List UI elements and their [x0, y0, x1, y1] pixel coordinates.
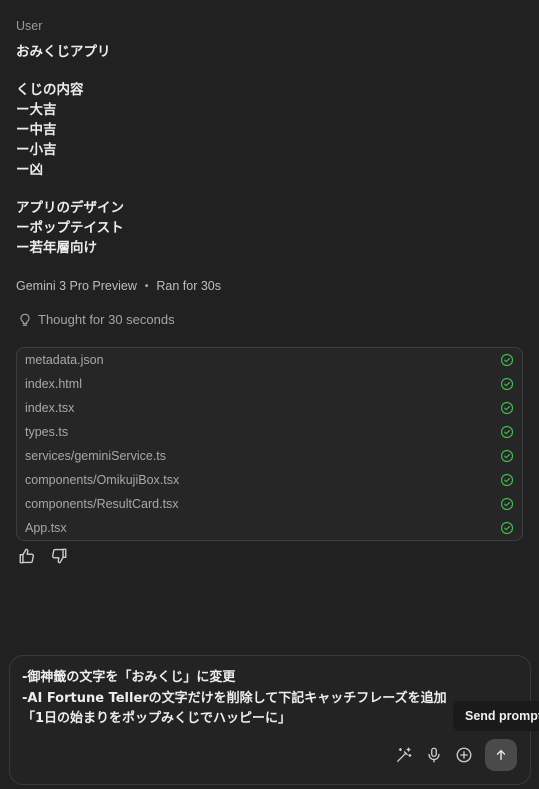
arrow-up-icon	[496, 749, 506, 761]
check-circle-icon	[500, 521, 514, 535]
role-label: User	[16, 19, 43, 33]
run-time: Ran for 30s	[156, 279, 222, 293]
check-circle-icon	[500, 449, 514, 463]
file-row[interactable]: components/ResultCard.tsx	[17, 492, 522, 516]
file-name: index.tsx	[25, 401, 75, 415]
add-circle-icon[interactable]	[455, 746, 473, 764]
check-circle-icon	[500, 497, 514, 511]
message-gap	[16, 180, 516, 198]
message-line: ー大吉	[16, 102, 57, 118]
file-row[interactable]: index.tsx	[17, 396, 522, 420]
magic-wand-icon[interactable]	[395, 746, 413, 764]
prompt-line: -御神籤の文字を「おみくじ」に変更	[22, 670, 236, 685]
file-name: App.tsx	[25, 521, 67, 535]
prompt-line: 「1日の始まりをポップみくじでハッピーに」	[22, 711, 292, 726]
check-circle-icon	[500, 473, 514, 487]
message-line: ーポップテイスト	[16, 220, 124, 236]
send-tooltip: Send prompt	[453, 701, 539, 731]
prompt-line: -AI Fortune Tellerの文字だけを削除して下記キャッチフレーズを追…	[22, 690, 447, 706]
file-name: types.ts	[25, 425, 69, 439]
file-row[interactable]: types.ts	[17, 420, 522, 444]
model-meta: Gemini 3 Pro Preview • Ran for 30s	[16, 279, 221, 293]
message-line: おみくじアプリ	[16, 44, 111, 60]
thumbs-up-icon[interactable]	[18, 547, 36, 565]
check-circle-icon	[500, 425, 514, 439]
file-row[interactable]: metadata.json	[17, 348, 522, 372]
file-name: index.html	[25, 377, 82, 391]
thought-toggle[interactable]: Thought for 30 seconds	[18, 312, 175, 327]
meta-separator: •	[144, 280, 149, 292]
file-row[interactable]: components/OmikujiBox.tsx	[17, 468, 522, 492]
message-line: アプリのデザイン	[16, 200, 124, 216]
message-line: ー中吉	[16, 122, 57, 138]
user-message: おみくじアプリ くじの内容ー大吉ー中吉ー小吉ー凶アプリのデザイン ーポップテイストー…	[16, 42, 516, 258]
model-name: Gemini 3 Pro Preview	[16, 279, 137, 293]
file-row[interactable]: services/geminiService.ts	[17, 444, 522, 468]
thought-label: Thought for 30 seconds	[38, 312, 175, 327]
generated-files-list: metadata.json index.html index.tsx types.ts…	[16, 347, 523, 541]
file-name: components/ResultCard.tsx	[25, 497, 179, 511]
prompt-input[interactable]: -御神籤の文字を「おみくじ」に変更 -AI Fortune Tellerの文字だけ…	[22, 668, 492, 730]
file-row[interactable]: index.html	[17, 372, 522, 396]
file-row[interactable]: App.tsx	[17, 516, 522, 540]
lightbulb-icon	[18, 313, 32, 327]
check-circle-icon	[500, 377, 514, 391]
file-name: components/OmikujiBox.tsx	[25, 473, 180, 487]
feedback-buttons	[18, 547, 68, 565]
message-gap	[16, 62, 516, 80]
microphone-icon[interactable]	[425, 746, 443, 764]
check-circle-icon	[500, 401, 514, 415]
file-name: services/geminiService.ts	[25, 449, 167, 463]
message-line: ー凶	[16, 162, 43, 178]
message-line: ー小吉	[16, 142, 57, 158]
chat-page: User おみくじアプリ くじの内容ー大吉ー中吉ー小吉ー凶アプリのデザイン ーポップ…	[0, 0, 539, 789]
send-button[interactable]	[485, 739, 517, 771]
thumbs-down-icon[interactable]	[50, 547, 68, 565]
file-name: metadata.json	[25, 353, 104, 367]
composer-actions	[395, 739, 517, 771]
message-line: くじの内容	[16, 82, 84, 98]
message-line: ー若年層向け	[16, 240, 97, 256]
check-circle-icon	[500, 353, 514, 367]
